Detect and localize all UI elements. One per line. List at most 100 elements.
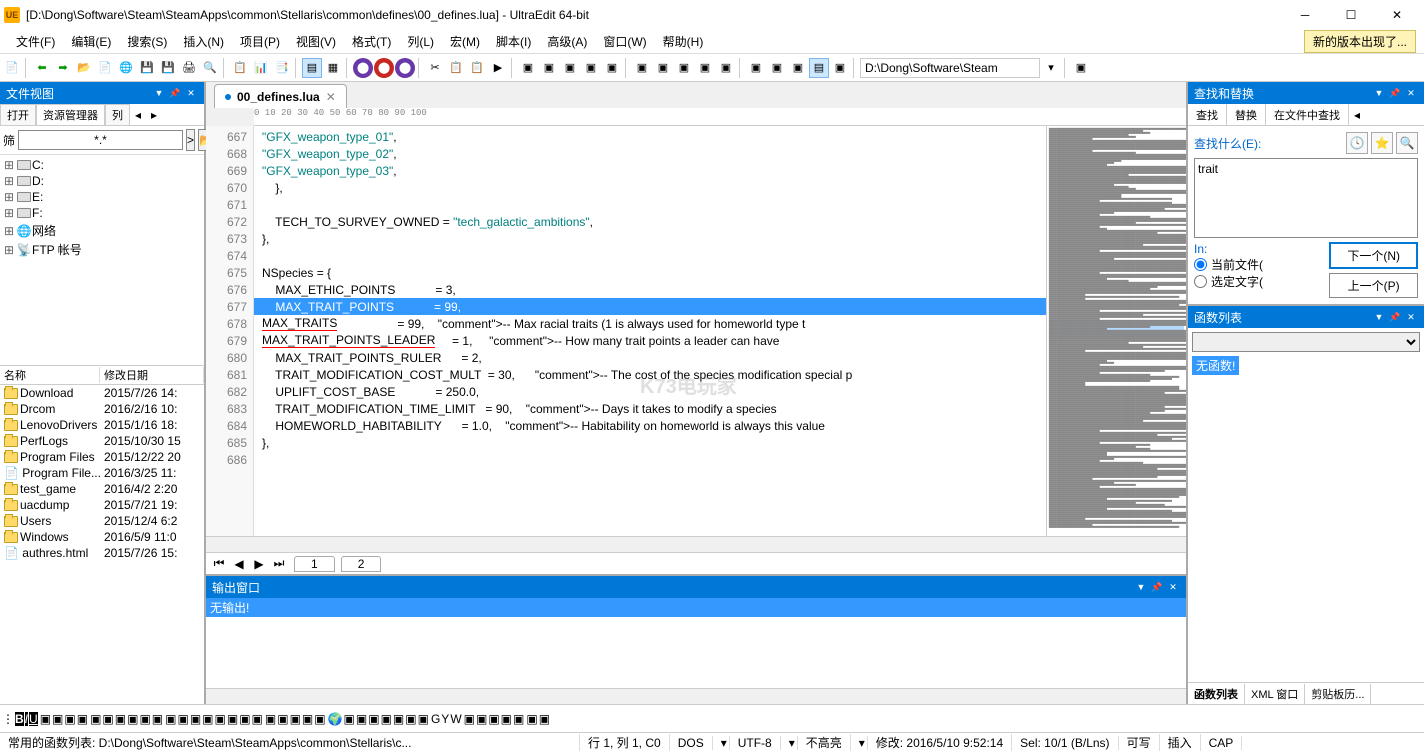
sr-tab-replace[interactable]: 替换 xyxy=(1227,104,1266,125)
page-prev-icon[interactable]: ◀ xyxy=(230,557,248,571)
ax27[interactable]: ▣ xyxy=(381,712,392,726)
ax21[interactable]: ▣ xyxy=(290,712,301,726)
sr-dd-icon[interactable]: ▼ xyxy=(1372,86,1386,100)
menu-help[interactable]: 帮助(H) xyxy=(655,31,712,52)
ax25[interactable]: ▣ xyxy=(356,712,367,726)
minimap[interactable]: ━━━━━━━━━━━━━━━━━━━━━━━━━━━━━━━━━━━━━━━━… xyxy=(1046,126,1186,536)
panel-pin-icon[interactable]: 📌 xyxy=(168,86,182,100)
col-name[interactable]: 名称 xyxy=(0,367,100,383)
fn-close-icon[interactable]: ✕ xyxy=(1404,310,1418,324)
ax4[interactable]: ▣ xyxy=(77,712,88,726)
circle2-icon[interactable]: ⬤ xyxy=(374,58,394,78)
menu-search[interactable]: 搜索(S) xyxy=(119,31,175,52)
file-tab-active[interactable]: 00_defines.lua ✕ xyxy=(214,84,347,108)
ax-y-icon[interactable]: Y xyxy=(441,712,449,726)
ax30[interactable]: ▣ xyxy=(418,712,429,726)
ax9[interactable]: ▣ xyxy=(139,712,150,726)
ax-grip-icon[interactable]: ⋮ xyxy=(2,712,14,726)
ax13[interactable]: ▣ xyxy=(190,712,201,726)
ax38[interactable]: ▣ xyxy=(526,712,537,726)
tree-drive-e[interactable]: ⊞E: xyxy=(2,189,202,205)
t13-icon[interactable]: ▣ xyxy=(581,58,601,78)
tool2-icon[interactable]: 📊 xyxy=(251,58,271,78)
view1-icon[interactable]: ▤ xyxy=(302,58,322,78)
ax19[interactable]: ▣ xyxy=(265,712,276,726)
ax12[interactable]: ▣ xyxy=(177,712,188,726)
page-first-icon[interactable]: ⏮ xyxy=(210,556,228,571)
t21-icon[interactable]: ▣ xyxy=(767,58,787,78)
back-icon[interactable]: ⬅ xyxy=(32,58,52,78)
tool3-icon[interactable]: 📑 xyxy=(272,58,292,78)
list-item[interactable]: PerfLogs2015/10/30 15 xyxy=(0,433,204,449)
t19-icon[interactable]: ▣ xyxy=(716,58,736,78)
menu-insert[interactable]: 插入(N) xyxy=(175,31,232,52)
ax-italic-icon[interactable]: I xyxy=(25,712,28,726)
print-icon[interactable]: 🖨 xyxy=(179,58,199,78)
sr-nav-left[interactable]: ◂ xyxy=(1349,104,1365,125)
status-hl[interactable]: 不高亮 xyxy=(798,734,851,751)
filter-input[interactable] xyxy=(18,130,183,150)
paste-icon[interactable]: 📋 xyxy=(467,58,487,78)
ax37[interactable]: ▣ xyxy=(513,712,524,726)
new-icon[interactable]: 📄 xyxy=(2,58,22,78)
ax36[interactable]: ▣ xyxy=(501,712,512,726)
t15-icon[interactable]: ▣ xyxy=(632,58,652,78)
ax35[interactable]: ▣ xyxy=(488,712,499,726)
sr-fav-icon[interactable]: ⭐ xyxy=(1371,132,1393,154)
ax2[interactable]: ▣ xyxy=(52,712,63,726)
ax5[interactable]: ▣ xyxy=(90,712,101,726)
ax-world-icon[interactable]: 🌍 xyxy=(328,712,343,726)
output-pin-icon[interactable]: 📌 xyxy=(1150,580,1164,594)
tab-close-icon[interactable]: ✕ xyxy=(326,90,336,104)
fv-nav-left[interactable]: ◂ xyxy=(130,104,146,125)
update-notice[interactable]: 新的版本出现了... xyxy=(1304,30,1416,53)
ax7[interactable]: ▣ xyxy=(115,712,126,726)
menu-advanced[interactable]: 高级(A) xyxy=(539,31,595,52)
list-item[interactable]: 📄 authres.html2015/7/26 15: xyxy=(0,545,204,561)
list-item[interactable]: Windows2016/5/9 11:0 xyxy=(0,529,204,545)
ax28[interactable]: ▣ xyxy=(393,712,404,726)
ax-bold-icon[interactable]: B xyxy=(15,712,24,726)
col-date[interactable]: 修改日期 xyxy=(100,367,204,383)
path-dd-icon[interactable]: ▾ xyxy=(1041,58,1061,78)
ax16[interactable]: ▣ xyxy=(227,712,238,726)
ax26[interactable]: ▣ xyxy=(368,712,379,726)
ax6[interactable]: ▣ xyxy=(102,712,113,726)
ax10[interactable]: ▣ xyxy=(152,712,163,726)
fv-tab-list[interactable]: 列 xyxy=(105,104,130,125)
page-last-icon[interactable]: ⏭ xyxy=(270,556,288,571)
sr-history-icon[interactable]: 🕓 xyxy=(1346,132,1368,154)
panel-close-icon[interactable]: ✕ xyxy=(184,86,198,100)
output-dd-icon[interactable]: ▼ xyxy=(1134,580,1148,594)
menu-project[interactable]: 项目(P) xyxy=(232,31,288,52)
bt-xml[interactable]: XML 窗口 xyxy=(1245,684,1305,704)
ax20[interactable]: ▣ xyxy=(277,712,288,726)
close-file-icon[interactable]: 📄 xyxy=(95,58,115,78)
menu-format[interactable]: 格式(T) xyxy=(344,31,399,52)
fn-dd-icon[interactable]: ▼ xyxy=(1372,310,1386,324)
maximize-button[interactable]: ☐ xyxy=(1328,0,1374,30)
radio-selected-text[interactable]: 选定文字( xyxy=(1194,273,1325,290)
fwd-icon[interactable]: ➡ xyxy=(53,58,73,78)
ax-g-icon[interactable]: G xyxy=(431,712,440,726)
ax24[interactable]: ▣ xyxy=(344,712,355,726)
find-next-button[interactable]: 下一个(N) xyxy=(1329,242,1418,269)
circle3-icon[interactable]: ⬤ xyxy=(395,58,415,78)
ax34[interactable]: ▣ xyxy=(476,712,487,726)
path-dropdown[interactable]: D:\Dong\Software\Steam xyxy=(860,58,1040,78)
tree-drive-d[interactable]: ⊞D: xyxy=(2,173,202,189)
radio-current-file[interactable]: 当前文件( xyxy=(1194,256,1325,273)
copy-icon[interactable]: 📋 xyxy=(446,58,466,78)
t10-icon[interactable]: ▣ xyxy=(518,58,538,78)
tree-ftp[interactable]: ⊞📡FTP 帐号 xyxy=(2,240,202,259)
ax23[interactable]: ▣ xyxy=(314,712,325,726)
code-area[interactable]: "GFX_weapon_type_01", "GFX_weapon_type_0… xyxy=(254,126,1046,536)
menu-script[interactable]: 脚本(I) xyxy=(488,31,539,52)
fv-nav-right[interactable]: ▸ xyxy=(146,104,162,125)
open-icon[interactable]: 📂 xyxy=(74,58,94,78)
ftp-icon[interactable]: 🌐 xyxy=(116,58,136,78)
close-button[interactable]: ✕ xyxy=(1374,0,1420,30)
t17-icon[interactable]: ▣ xyxy=(674,58,694,78)
ax14[interactable]: ▣ xyxy=(202,712,213,726)
search-input[interactable]: trait xyxy=(1194,158,1418,238)
